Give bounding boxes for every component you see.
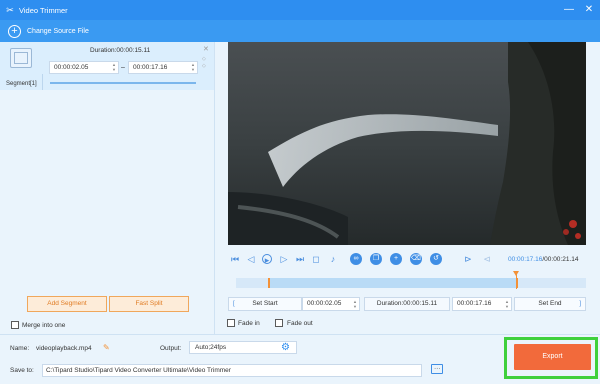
scissors-icon: ✂ xyxy=(6,4,14,15)
segment-duration: Duration:00:00:15.11 xyxy=(90,47,151,54)
film-thumbnail-icon xyxy=(10,48,32,68)
fade-out-label: Fade out xyxy=(287,320,313,327)
total-time: 00:00:21.14 xyxy=(544,256,579,263)
panel-divider xyxy=(214,42,215,334)
segment-label: Segment[1] xyxy=(6,81,37,87)
reset-icon[interactable]: ↺ xyxy=(430,253,442,265)
set-end-button[interactable]: Set End] xyxy=(514,297,586,311)
segment-end-value: 00:00:17.16 xyxy=(133,64,168,71)
name-label: Name: xyxy=(10,345,30,352)
start-time-field[interactable]: 00:00:02.05 ▲ ▼ xyxy=(302,297,360,311)
title-bar: ✂ Video Trimmer — ✕ xyxy=(0,0,600,20)
set-start-label: Set Start xyxy=(252,300,278,307)
start-time-value: 00:00:02.05 xyxy=(307,300,342,307)
segment-item[interactable]: Segment[1] Duration:00:00:15.11 00:00:02… xyxy=(0,42,214,90)
add-segment-icon[interactable]: + xyxy=(390,253,402,265)
merge-checkbox[interactable] xyxy=(11,321,19,329)
stop-icon[interactable]: ◻ xyxy=(311,254,321,264)
delete-icon[interactable]: ⌫ xyxy=(410,253,422,265)
change-source-bar: + Change Source File xyxy=(0,20,600,42)
set-end-label: Set End xyxy=(538,300,562,307)
end-time-value: 00:00:17.16 xyxy=(457,300,492,307)
play-icon[interactable]: ▸ xyxy=(262,254,272,265)
trim-duration: Duration:00:00:15.11 xyxy=(364,297,450,311)
stepper-icon[interactable]: ▲ ▼ xyxy=(505,299,509,309)
output-format-value: Auto;24fps xyxy=(195,344,227,351)
segment-panel: Segment[1] Duration:00:00:15.11 00:00:02… xyxy=(0,42,214,334)
jump-start-icon[interactable]: ⊳ xyxy=(463,254,473,264)
save-path-field[interactable]: C:\Tipard Studio\Tipard Video Converter … xyxy=(42,364,422,377)
current-time: 00:00:17.16 xyxy=(508,256,543,263)
segment-start-value: 00:00:02.05 xyxy=(54,64,89,71)
settings-gear-icon[interactable]: ⚙ xyxy=(281,342,290,353)
fade-in-label: Fade in xyxy=(238,320,260,327)
export-button[interactable]: Export xyxy=(514,344,591,370)
stepper-icon[interactable]: ▲ ▼ xyxy=(112,62,116,72)
segment-start-field[interactable]: 00:00:02.05 ▲ ▼ xyxy=(49,61,119,74)
playhead[interactable] xyxy=(513,271,519,289)
video-preview[interactable] xyxy=(228,42,586,245)
reorder-icon[interactable]: ◇ ◇ xyxy=(202,56,206,70)
open-folder-icon[interactable] xyxy=(431,364,443,374)
segment-range-bar xyxy=(50,82,196,84)
fast-split-button[interactable]: Fast Split xyxy=(109,296,189,312)
copy-segment-icon[interactable]: ❐ xyxy=(370,253,382,265)
next-frame-icon[interactable]: ▷ xyxy=(279,254,289,264)
stepper-icon[interactable]: ▲ ▼ xyxy=(191,62,195,72)
previous-frame-icon[interactable]: ◁ xyxy=(246,254,256,264)
segment-end-field[interactable]: 00:00:17.16 ▲ ▼ xyxy=(128,61,198,74)
selected-range[interactable] xyxy=(268,278,518,288)
window-title: Video Trimmer xyxy=(19,5,68,15)
merge-label: Merge into one xyxy=(22,322,66,329)
file-name: videoplayback.mp4 xyxy=(36,345,92,352)
jump-end-icon[interactable]: ⊲ xyxy=(482,254,492,264)
skip-to-start-icon[interactable]: ⏮ xyxy=(230,254,240,264)
minimize-button[interactable]: — xyxy=(562,3,576,17)
skip-to-end-icon[interactable]: ⏭ xyxy=(295,254,305,264)
fade-in-checkbox[interactable] xyxy=(227,319,235,327)
change-source-button[interactable]: Change Source File xyxy=(27,28,89,35)
range-dash: – xyxy=(121,64,125,71)
output-label: Output: xyxy=(160,345,182,352)
delete-segment-icon[interactable]: ✕ xyxy=(203,45,209,53)
save-path-value: C:\Tipard Studio\Tipard Video Converter … xyxy=(46,367,231,374)
edit-name-icon[interactable]: ✎ xyxy=(103,343,110,352)
add-icon[interactable]: + xyxy=(8,24,21,38)
stepper-icon[interactable]: ▲ ▼ xyxy=(353,299,357,309)
loop-icon[interactable]: ∞ xyxy=(350,253,362,265)
volume-icon[interactable]: ♪ xyxy=(328,254,338,264)
fade-out-checkbox[interactable] xyxy=(275,319,283,327)
set-start-button[interactable]: [Set Start xyxy=(228,297,302,311)
time-display: 00:00:17.16/00:00:21.14 xyxy=(508,256,579,263)
end-time-field[interactable]: 00:00:17.16 ▲ ▼ xyxy=(452,297,512,311)
add-segment-button[interactable]: Add Segment xyxy=(27,296,107,312)
close-button[interactable]: ✕ xyxy=(582,3,596,17)
save-to-label: Save to: xyxy=(10,367,34,374)
